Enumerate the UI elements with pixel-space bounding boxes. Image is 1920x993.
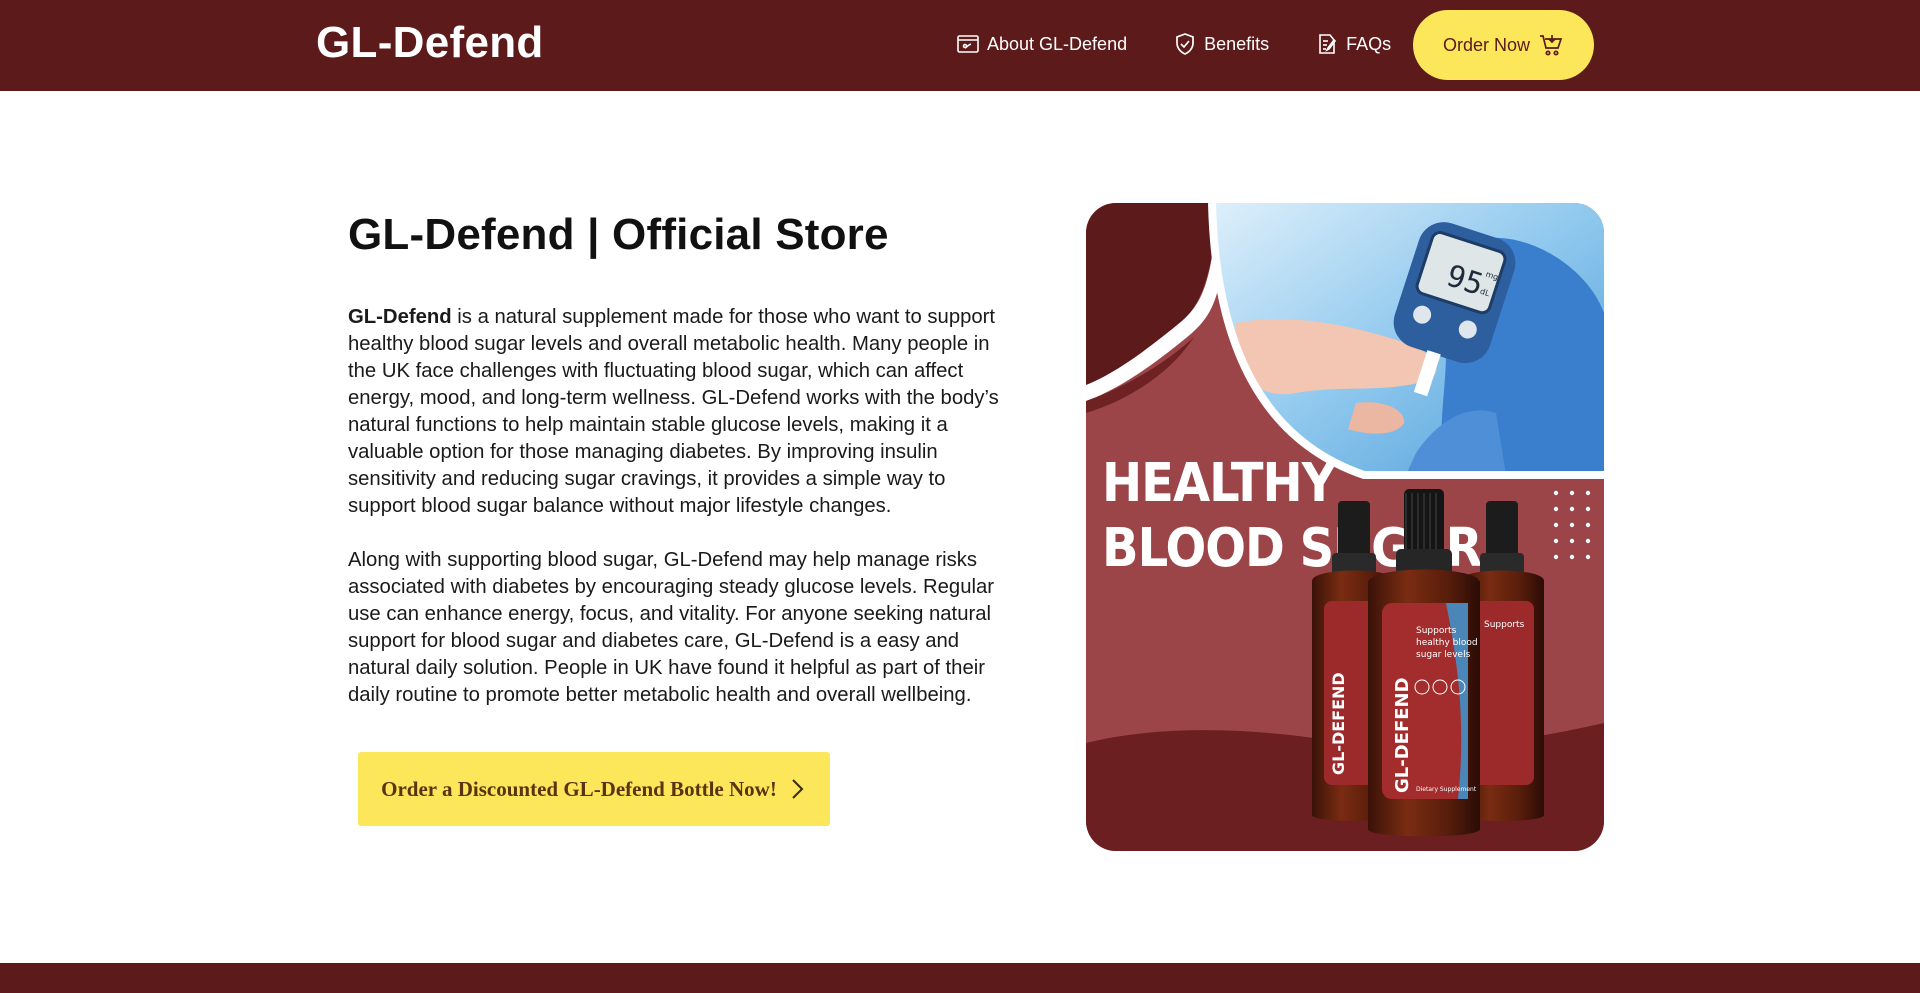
order-discount-button[interactable]: Order a Discounted GL-Defend Bottle Now! — [358, 752, 830, 826]
card-icon — [956, 32, 980, 56]
chevron-right-icon — [787, 776, 807, 802]
nav-item-label: Benefits — [1204, 33, 1270, 54]
page-title: GL-Defend | Official Store — [348, 210, 889, 259]
intro-paragraph-1-text: is a natural supplement made for those w… — [348, 306, 999, 517]
order-discount-label: Order a Discounted GL-Defend Bottle Now! — [381, 776, 777, 801]
cart-icon — [1538, 32, 1564, 58]
bottle-claim-3: sugar levels — [1416, 650, 1471, 660]
main-nav: About GL-Defend Benefits FAQs — [956, 32, 1437, 56]
bottle-footer: Dietary Supplement — [1416, 786, 1477, 793]
intro-paragraph-2: Along with supporting blood sugar, GL-De… — [348, 549, 995, 706]
product-hero-image: 95 mg dL HEALTHY BLOOD SUGAR Supports GL… — [1086, 203, 1604, 851]
order-now-button[interactable]: Order Now — [1413, 10, 1594, 80]
bottle-brand-left: GL-DEFEND — [1329, 672, 1348, 775]
decorative-dots — [1553, 490, 1591, 560]
intro-section: GL-Defend | Official Store GL-Defend is … — [348, 210, 1018, 709]
glucose-meter-photo: 95 mg dL — [1212, 203, 1604, 475]
top-navigation-bar: GL-Defend About GL-Defend Benefits FAQs … — [0, 0, 1920, 91]
bottle-brand-center: GL-DEFEND — [1392, 677, 1413, 793]
brand-logo[interactable]: GL-Defend — [316, 18, 544, 68]
hero-headline-line-1: HEALTHY — [1102, 452, 1337, 514]
bottle-claim-back-right: Supports — [1484, 620, 1525, 630]
bottle-claim-2: healthy blood — [1416, 638, 1478, 648]
document-edit-icon — [1315, 32, 1339, 56]
nav-item-faqs[interactable]: FAQs — [1315, 32, 1391, 56]
product-bottles: Supports GL-DEFEND GL-DEFEND Supports he… — [1312, 489, 1544, 837]
nav-item-about[interactable]: About GL-Defend — [956, 32, 1127, 56]
nav-item-benefits[interactable]: Benefits — [1173, 32, 1269, 56]
footer-bar — [0, 963, 1920, 993]
bottle-claim-1: Supports — [1416, 626, 1457, 636]
nav-item-label: FAQs — [1346, 33, 1392, 54]
intro-paragraph-1: GL-Defend is a natural supplement made f… — [348, 304, 1016, 520]
brand-emphasis: GL-Defend — [348, 306, 452, 328]
order-now-label: Order Now — [1442, 34, 1531, 55]
shield-check-icon — [1173, 32, 1197, 56]
nav-item-label: About GL-Defend — [987, 33, 1128, 54]
